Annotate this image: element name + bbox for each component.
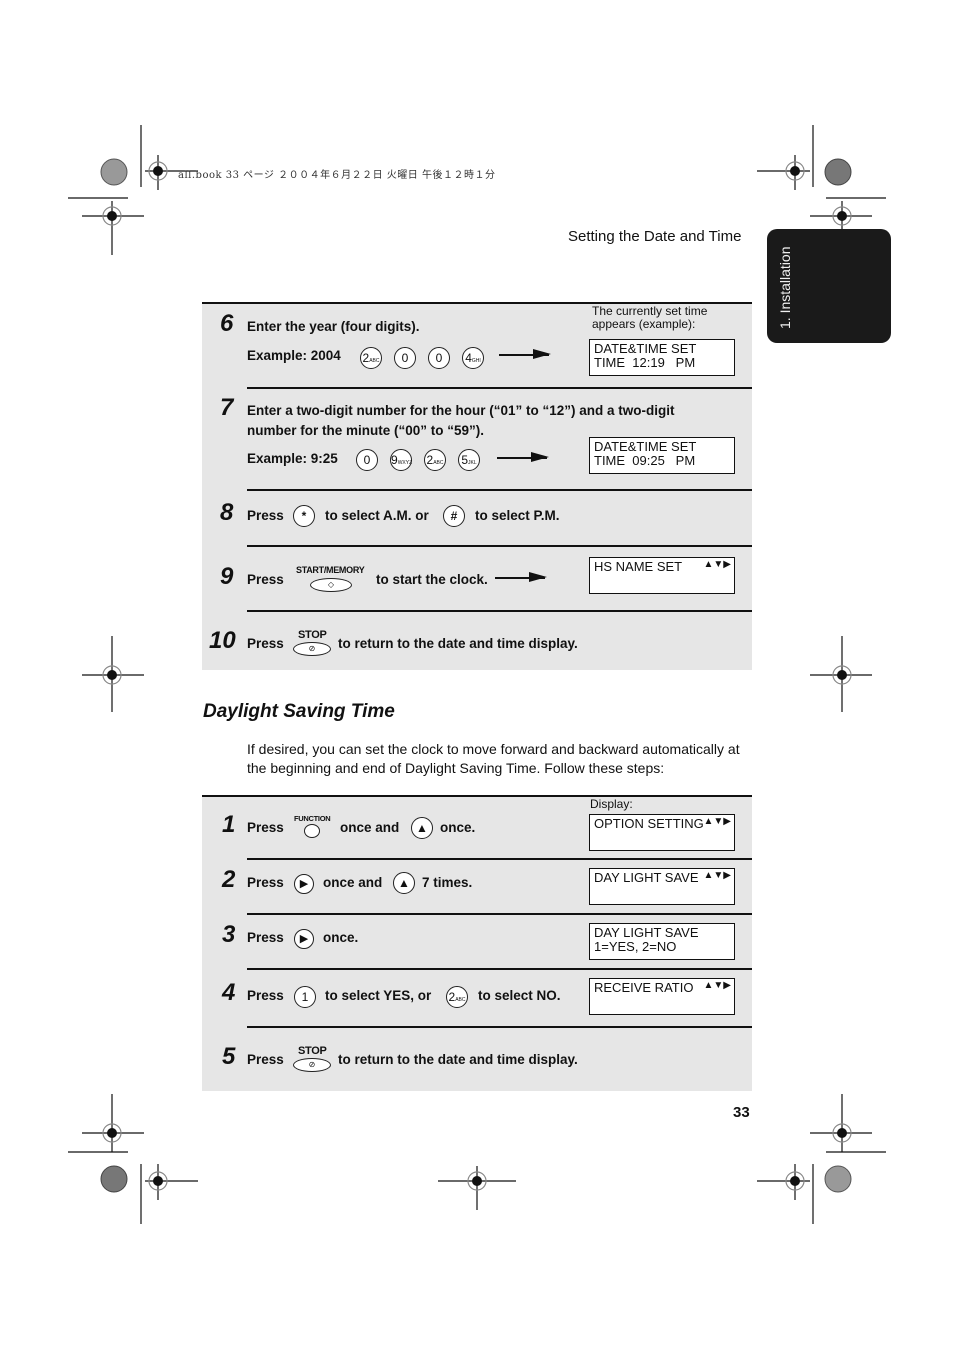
step-text: 7 times. — [422, 875, 473, 890]
press-label: Press — [247, 820, 284, 835]
key-5[interactable]: 5JKL — [458, 449, 480, 471]
registration-marks — [68, 125, 886, 1224]
chapter-tab-label: 1. Installation — [777, 246, 793, 330]
key-9[interactable]: 9WXYZ — [390, 449, 412, 471]
step-number: 5 — [222, 1043, 236, 1070]
lcd-display: OPTION SETTING ▲▼▶ — [589, 814, 735, 851]
chapter-tab: 1. Installation — [767, 229, 891, 343]
divider — [247, 913, 752, 915]
step-text: Enter the year (four digits). — [247, 319, 420, 334]
step-text: to select P.M. — [475, 508, 560, 523]
updown-arrows-icon: ▲▼▶ — [703, 559, 732, 570]
display-note: The currently set time appears (example)… — [592, 304, 708, 331]
press-label: Press — [247, 875, 284, 890]
up-arrow-key[interactable]: ▲ — [411, 817, 433, 839]
press-label: Press — [247, 572, 284, 587]
stop-key-label: STOP — [298, 1045, 327, 1057]
updown-arrows-icon: ▲▼▶ — [703, 870, 732, 881]
key-0[interactable]: 0 — [394, 347, 416, 369]
press-label: Press — [247, 636, 284, 651]
stop-key[interactable]: ⊘ — [293, 1058, 331, 1072]
lcd-display: DAY LIGHT SAVE 1=YES, 2=NO — [589, 923, 735, 960]
right-arrow-key[interactable]: ▶ — [294, 874, 314, 894]
section-title: Daylight Saving Time — [203, 701, 395, 722]
start-memory-key[interactable]: ◇ — [310, 578, 352, 592]
step-number: 3 — [222, 921, 236, 948]
right-arrow-key[interactable]: ▶ — [294, 929, 314, 949]
page-number: 33 — [733, 1104, 750, 1121]
step-text: number for the minute (“00” to “59”). — [247, 423, 485, 438]
step-number: 7 — [220, 394, 234, 421]
divider — [247, 610, 752, 612]
lcd-display: DATE&TIME SET TIME 12:19 PM — [589, 339, 735, 376]
step-text: once. — [440, 820, 476, 835]
press-label: Press — [247, 988, 284, 1003]
step-number: 6 — [220, 310, 234, 337]
print-header: all.book 33 ページ ２００４年６月２２日 火曜日 午後１２時１分 — [178, 170, 496, 181]
divider — [247, 489, 752, 491]
press-label: Press — [247, 508, 284, 523]
key-2[interactable]: 2ABC — [424, 449, 446, 471]
stop-key-label: STOP — [298, 629, 327, 641]
step-text: once and — [340, 820, 400, 835]
press-label: Press — [247, 930, 284, 945]
arrow-icon — [495, 573, 547, 581]
hash-key[interactable]: # — [443, 505, 465, 527]
intro-paragraph: If desired, you can set the clock to mov… — [247, 741, 740, 776]
step-text: to return to the date and time display. — [338, 1052, 578, 1067]
step-number: 4 — [222, 979, 236, 1006]
step-number: 8 — [220, 499, 234, 526]
key-0[interactable]: 0 — [428, 347, 450, 369]
step-text: to select YES, or — [325, 988, 432, 1003]
key-1[interactable]: 1 — [294, 986, 316, 1008]
lcd-display: DATE&TIME SET TIME 09:25 PM — [589, 437, 735, 474]
step-text: once and — [323, 875, 383, 890]
step-number: 9 — [220, 563, 234, 590]
running-head: Setting the Date and Time — [568, 228, 742, 245]
star-key[interactable]: * — [293, 505, 315, 527]
step-text: to start the clock. — [376, 572, 488, 587]
divider — [247, 387, 752, 389]
step-text: to select NO. — [478, 988, 561, 1003]
start-icon: ◇ — [327, 580, 335, 589]
arrow-icon — [499, 350, 551, 358]
function-key[interactable] — [304, 824, 320, 838]
lcd-display: HS NAME SET ▲▼▶ — [589, 557, 735, 594]
key-0[interactable]: 0 — [356, 449, 378, 471]
step-text: to select A.M. or — [325, 508, 429, 523]
press-label: Press — [247, 1052, 284, 1067]
start-memory-key-label: START/MEMORY — [296, 565, 365, 575]
step-text: once. — [323, 930, 359, 945]
updown-arrows-icon: ▲▼▶ — [703, 980, 732, 991]
step-number: 10 — [209, 627, 236, 654]
key-2[interactable]: 2ABC — [446, 986, 468, 1008]
example-label: Example: 9:25 — [247, 451, 338, 466]
key-2[interactable]: 2ABC — [360, 347, 382, 369]
display-label: Display: — [590, 797, 633, 811]
divider — [247, 1026, 752, 1028]
lcd-display: RECEIVE RATIO ▲▼▶ — [589, 978, 735, 1015]
step-number: 1 — [222, 811, 236, 838]
step-text: to return to the date and time display. — [338, 636, 578, 651]
divider — [202, 795, 752, 797]
example-label: Example: 2004 — [247, 348, 341, 363]
stop-icon: ⊘ — [308, 1060, 316, 1069]
function-key-label: FUNCTION — [294, 814, 331, 823]
divider — [247, 858, 752, 860]
arrow-icon — [497, 453, 549, 461]
stop-key[interactable]: ⊘ — [293, 642, 331, 656]
updown-arrows-icon: ▲▼▶ — [703, 816, 732, 827]
lcd-display: DAY LIGHT SAVE ▲▼▶ — [589, 868, 735, 905]
step-number: 2 — [222, 866, 236, 893]
divider — [247, 968, 752, 970]
step-text: Enter a two-digit number for the hour (“… — [247, 403, 675, 418]
stop-icon: ⊘ — [308, 644, 316, 653]
key-4[interactable]: 4GHI — [462, 347, 484, 369]
up-arrow-key[interactable]: ▲ — [393, 872, 415, 894]
divider — [247, 545, 752, 547]
